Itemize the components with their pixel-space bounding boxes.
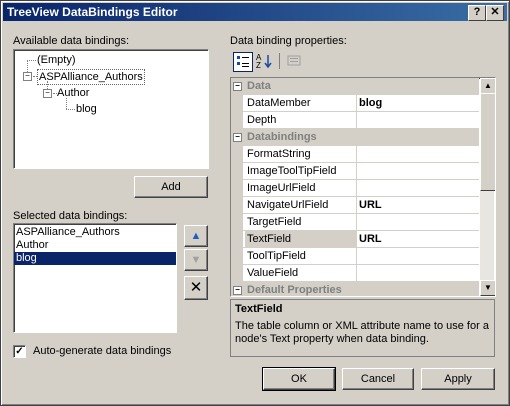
property-value[interactable] [357,214,479,230]
collapse-icon[interactable]: − [23,72,32,81]
properties-toolbar: AZ [230,49,495,73]
property-row[interactable]: ImageUrlField [231,180,479,197]
property-value[interactable] [357,248,479,264]
row-margin [231,146,243,163]
property-name: FormatString [245,146,357,162]
property-value[interactable]: blog [357,95,479,111]
collapse-icon[interactable]: − [233,82,242,91]
property-name: DataMember [245,95,357,111]
move-down-button[interactable]: ▼ [184,249,208,271]
row-margin [231,163,243,180]
collapse-icon[interactable]: − [233,133,242,142]
property-row[interactable]: ValueField [231,265,479,282]
categorized-icon[interactable] [233,52,253,72]
arrow-down-icon: ▼ [190,254,202,266]
row-margin [231,95,243,112]
tree-item-empty[interactable]: (Empty) [37,53,76,67]
tree-item-aspalliance-authors[interactable]: ASPAlliance_Authors [37,69,145,85]
title-bar[interactable]: TreeView DataBindings Editor ? ✕ [3,3,507,21]
add-button[interactable]: Add [134,176,208,198]
property-row[interactable]: ImageToolTipField [231,163,479,180]
property-category-row[interactable]: − Default Properties [231,282,479,296]
alphabetical-icon[interactable]: AZ [255,52,273,70]
cancel-button[interactable]: Cancel [342,368,414,390]
property-value[interactable] [357,112,479,128]
description-pane: TextField The table column or XML attrib… [230,299,495,357]
list-item[interactable]: Author [14,239,176,252]
row-margin [231,214,243,231]
property-value[interactable]: URL [357,231,479,247]
property-value[interactable] [357,180,479,196]
tree-line [27,60,36,61]
property-name: ImageToolTipField [245,163,357,179]
ok-button[interactable]: OK [262,367,336,391]
row-margin [231,112,243,129]
property-name: Depth [245,112,357,128]
help-button[interactable]: ? [468,5,486,21]
description-title: TextField [235,303,283,315]
scroll-thumb[interactable] [480,93,495,191]
property-name: ToolTipField [245,248,357,264]
property-row[interactable]: TargetField [231,214,479,231]
row-margin [231,180,243,197]
property-row[interactable]: DataMember blog [231,95,479,112]
tree-item-author[interactable]: Author [57,86,89,100]
property-name: TextField [245,231,357,247]
property-row[interactable]: FormatString [231,146,479,163]
property-value[interactable] [357,163,479,179]
move-up-button[interactable]: ▲ [184,225,208,247]
scroll-up-icon[interactable]: ▲ [480,78,495,94]
selected-bindings-list[interactable]: ASPAlliance_Authors Author blog [13,223,177,333]
property-row[interactable]: Depth [231,112,479,129]
autogen-checkbox[interactable]: ✓ [13,345,26,358]
autogen-label[interactable]: Auto-generate data bindings [33,345,171,357]
close-button[interactable]: ✕ [486,5,504,21]
list-item[interactable]: blog [14,252,176,265]
delete-icon: ✕ [189,279,203,296]
property-row[interactable]: ToolTipField [231,248,479,265]
property-grid[interactable]: − Data DataMember blog Depth − Databindings For… [230,77,496,297]
window-title: TreeView DataBindings Editor [7,5,178,19]
dialog-window: TreeView DataBindings Editor ? ✕ Availab… [0,0,510,406]
property-name: ValueField [245,265,357,281]
list-item[interactable]: ASPAlliance_Authors [14,226,176,239]
available-bindings-tree[interactable]: (Empty) − ASPAlliance_Authors − Author b… [13,49,209,169]
selected-bindings-label: Selected data bindings: [13,210,128,222]
row-margin [231,248,243,265]
property-pages-icon[interactable] [285,52,303,70]
properties-label: Data binding properties: [230,35,347,47]
row-margin [231,265,243,282]
collapse-icon[interactable]: − [43,89,52,98]
toolbar-separator [279,53,280,69]
scroll-down-icon[interactable]: ▼ [480,280,495,296]
collapse-icon[interactable]: − [233,286,242,295]
property-name: TargetField [245,214,357,230]
apply-button[interactable]: Apply [421,368,495,390]
tree-line [66,109,75,110]
description-text: The table column or XML attribute name t… [235,320,489,345]
category-name: Data [247,80,271,92]
tree-line [66,98,67,109]
category-name: Default Properties [247,284,342,296]
property-row[interactable]: TextField URL [231,231,479,248]
property-name: ImageUrlField [245,180,357,196]
svg-text:Z: Z [256,61,261,70]
property-value[interactable] [357,265,479,281]
arrow-up-icon: ▲ [190,230,202,242]
property-value[interactable] [357,146,479,162]
row-margin [231,231,243,248]
available-bindings-label: Available data bindings: [13,35,129,47]
row-margin [231,197,243,214]
remove-binding-button[interactable]: ✕ [184,276,208,300]
property-value[interactable]: URL [357,197,479,213]
category-name: Databindings [247,131,317,143]
property-scrollbar[interactable]: ▲ ▼ [480,78,495,296]
tree-item-blog[interactable]: blog [76,102,97,116]
property-name: NavigateUrlField [245,197,357,213]
property-category-row[interactable]: − Databindings [231,129,479,146]
property-category-row[interactable]: − Data [231,78,479,95]
property-row[interactable]: NavigateUrlField URL [231,197,479,214]
